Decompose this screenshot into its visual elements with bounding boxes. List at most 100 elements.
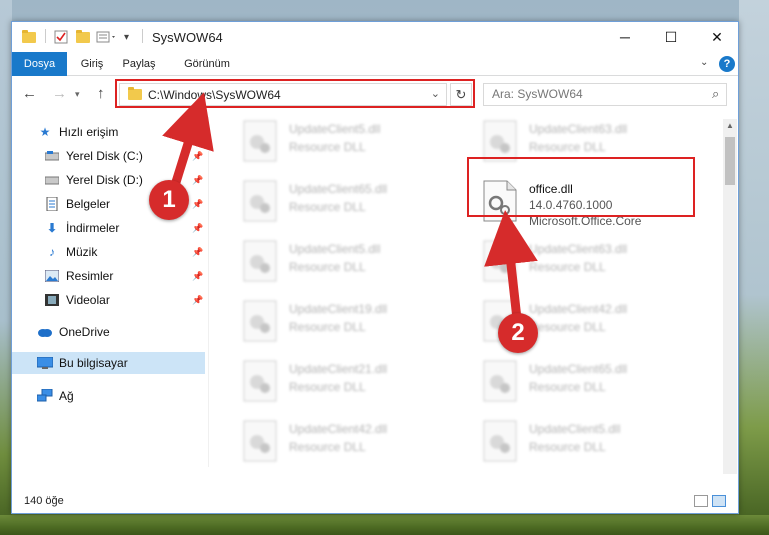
quick-access-toolbar-icon[interactable] xyxy=(96,29,118,45)
file-description: Resource DLL xyxy=(289,260,366,274)
pin-icon[interactable]: 📌 xyxy=(192,199,203,210)
dll-file-icon xyxy=(243,240,277,282)
step-badge-2: 2 xyxy=(498,313,538,353)
file-description: Resource DLL xyxy=(289,140,366,154)
file-tile[interactable]: UpdateClient19.dll Resource DLL xyxy=(227,294,457,350)
search-input[interactable]: Ara: SysWOW64 xyxy=(483,83,727,106)
pane-divider[interactable] xyxy=(208,117,209,467)
close-button[interactable]: ✕ xyxy=(694,22,740,52)
file-name: UpdateClient63.dll xyxy=(529,122,628,136)
pin-icon[interactable]: 📌 xyxy=(192,271,203,282)
dll-file-icon xyxy=(483,360,517,402)
sidebar-item-downloads[interactable]: ⬇ İndirmeler 📌 xyxy=(12,217,205,239)
details-view-icon[interactable] xyxy=(694,495,708,507)
file-description: Resource DLL xyxy=(289,200,366,214)
file-tile[interactable]: UpdateClient63.dll Resource DLL xyxy=(467,234,697,290)
sidebar-item-label: Videolar xyxy=(66,293,110,307)
up-arrow-icon[interactable]: ↑ xyxy=(97,85,105,102)
maximize-button[interactable]: ☐ xyxy=(648,22,694,52)
file-tile[interactable]: UpdateClient5.dll Resource DLL xyxy=(467,414,697,470)
sidebar-item-this-pc[interactable]: Bu bilgisayar xyxy=(12,352,205,374)
sidebar-item-label: Ağ xyxy=(59,389,74,403)
tab-share[interactable]: Paylaş xyxy=(119,52,159,76)
file-description: Resource DLL xyxy=(289,380,366,394)
properties-icon[interactable] xyxy=(54,29,68,45)
file-tile[interactable]: UpdateClient21.dll Resource DLL xyxy=(227,354,457,410)
file-description: Resource DLL xyxy=(529,260,606,274)
new-folder-icon[interactable] xyxy=(76,29,90,45)
ribbon-tabs: Dosya Giriş Paylaş Görünüm ⌄ ? xyxy=(12,52,738,76)
dll-file-icon xyxy=(243,120,277,162)
file-name: UpdateClient5.dll xyxy=(529,422,621,436)
file-tile[interactable]: UpdateClient42.dll Resource DLL xyxy=(227,414,457,470)
pin-icon[interactable]: 📌 xyxy=(192,175,203,186)
sidebar-item-label: İndirmeler xyxy=(66,221,120,235)
recent-locations-chevron-icon[interactable]: ▾ xyxy=(75,89,80,100)
file-name: UpdateClient65.dll xyxy=(529,362,628,376)
customize-toolbar-icon[interactable]: ▾ xyxy=(124,29,129,45)
qa-divider xyxy=(45,29,46,43)
dll-file-icon xyxy=(243,300,277,342)
tab-home[interactable]: Giriş xyxy=(72,52,112,76)
sidebar-item-network[interactable]: Ağ xyxy=(12,385,205,407)
drive-icon xyxy=(44,173,60,187)
file-description: Resource DLL xyxy=(529,440,606,454)
sidebar-item-label: Belgeler xyxy=(66,197,111,211)
dll-file-icon xyxy=(483,120,517,162)
sidebar-item-videos[interactable]: Videolar 📌 xyxy=(12,289,205,311)
file-description: Resource DLL xyxy=(289,440,366,454)
file-tile[interactable]: UpdateClient5.dll Resource DLL xyxy=(227,234,457,290)
pin-icon[interactable]: 📌 xyxy=(192,247,203,258)
file-highlight-box xyxy=(467,157,695,217)
file-tile[interactable]: UpdateClient65.dll Resource DLL xyxy=(227,174,457,230)
music-icon: ♪ xyxy=(49,245,55,259)
file-tile[interactable]: UpdateClient5.dll Resource DLL xyxy=(227,114,457,170)
sidebar-item-label: Müzik xyxy=(66,245,98,259)
pin-icon[interactable]: 📌 xyxy=(192,151,203,162)
dll-file-icon xyxy=(483,240,517,282)
file-name: UpdateClient19.dll xyxy=(289,302,388,316)
drive-icon xyxy=(44,149,60,163)
title-bar: ▾ SysWOW64 ─ ☐ ✕ xyxy=(12,22,738,52)
forward-arrow-icon[interactable]: → xyxy=(52,85,67,102)
pictures-icon xyxy=(44,269,60,283)
sidebar-item-label: Bu bilgisayar xyxy=(59,356,128,370)
sidebar-item-music[interactable]: ♪ Müzik 📌 xyxy=(12,241,205,263)
expand-ribbon-icon[interactable]: ⌄ xyxy=(700,57,708,68)
tab-file[interactable]: Dosya xyxy=(12,52,67,76)
sidebar-item-quick-access[interactable]: ★ Hızlı erişim xyxy=(12,121,205,143)
search-icon[interactable]: ⌕ xyxy=(712,86,732,102)
computer-icon xyxy=(37,356,53,370)
file-name: UpdateClient63.dll xyxy=(529,242,628,256)
dll-file-icon xyxy=(243,360,277,402)
network-icon xyxy=(37,389,53,403)
tab-view[interactable]: Görünüm xyxy=(177,52,237,76)
navigation-pane: ★ Hızlı erişim Yerel Disk (C:) 📌 Yerel D… xyxy=(12,117,207,477)
minimize-button[interactable]: ─ xyxy=(602,22,648,52)
file-explorer-window: ▾ SysWOW64 ─ ☐ ✕ Dosya Giriş Paylaş Görü… xyxy=(11,21,739,514)
window-title: SysWOW64 xyxy=(152,30,223,45)
address-row: ← → ▾ ↑ C:\Windows\SysWOW64 ⌄ ↻ Ara: Sys… xyxy=(12,77,738,111)
sidebar-item-label: Yerel Disk (C:) xyxy=(66,149,143,163)
file-name: UpdateClient21.dll xyxy=(289,362,388,376)
sidebar-item-drive-c[interactable]: Yerel Disk (C:) 📌 xyxy=(12,145,205,167)
desktop-background-right xyxy=(739,0,769,535)
pin-icon[interactable]: 📌 xyxy=(192,223,203,234)
file-description: Resource DLL xyxy=(529,140,606,154)
large-icons-view-icon[interactable] xyxy=(712,495,726,507)
file-tile[interactable]: UpdateClient65.dll Resource DLL xyxy=(467,354,697,410)
file-name: UpdateClient5.dll xyxy=(289,242,381,256)
videos-icon xyxy=(44,293,60,307)
step-badge-1: 1 xyxy=(149,180,189,220)
sidebar-item-onedrive[interactable]: OneDrive xyxy=(12,321,205,343)
sidebar-item-pictures[interactable]: Resimler 📌 xyxy=(12,265,205,287)
scroll-up-icon[interactable]: ▲ xyxy=(723,119,737,133)
pin-icon[interactable]: 📌 xyxy=(192,295,203,306)
help-icon[interactable]: ? xyxy=(719,56,735,72)
file-name: UpdateClient5.dll xyxy=(289,122,381,136)
status-bar: 140 öğe xyxy=(12,490,738,512)
vertical-scrollbar[interactable]: ▲ xyxy=(723,119,737,474)
scroll-thumb[interactable] xyxy=(725,137,735,185)
back-arrow-icon[interactable]: ← xyxy=(22,85,37,102)
sidebar-item-label: Yerel Disk (D:) xyxy=(66,173,143,187)
